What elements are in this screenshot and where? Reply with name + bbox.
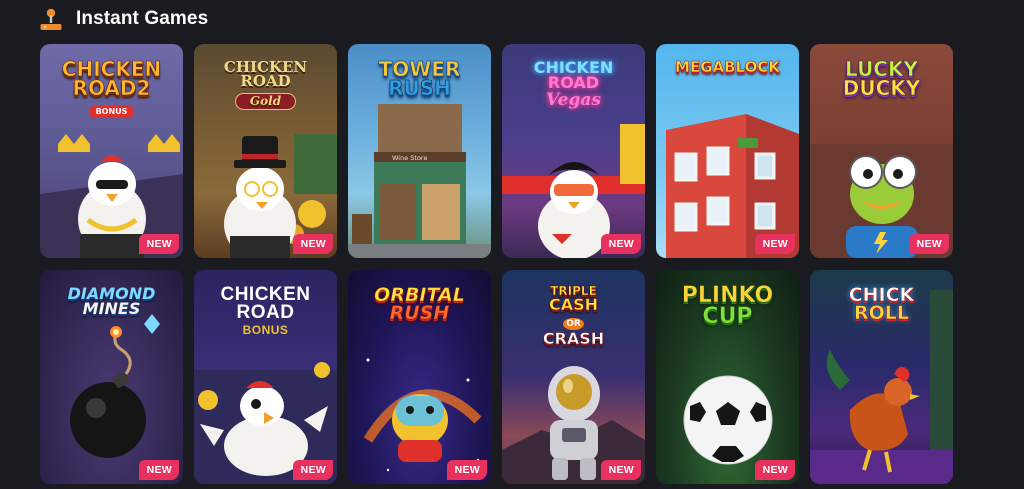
- game-logo: MEGABLOCK: [675, 58, 780, 76]
- game-card-tower-rush[interactable]: TOWER RUSH Wine Store: [348, 44, 491, 258]
- joystick-icon: [40, 8, 62, 30]
- game-card-megablock[interactable]: MEGABLOCK NEW: [656, 44, 799, 258]
- game-artwork: [666, 114, 799, 258]
- games-grid: CHICKEN ROAD2 BONUS NEW CHICKEN ROAD Gol…: [40, 44, 954, 484]
- section-title: Instant Games: [76, 8, 209, 29]
- game-logo: CHICKEN ROAD BONUS: [220, 284, 311, 338]
- new-badge: NEW: [754, 234, 795, 254]
- game-logo: CHICKEN ROAD2 BONUS: [61, 57, 162, 118]
- game-logo: DIAMOND MINES: [67, 284, 156, 319]
- game-card-chick-roll[interactable]: CHICK ROLL: [810, 270, 953, 484]
- new-badge: NEW: [754, 460, 795, 480]
- game-card-chicken-road-2[interactable]: CHICKEN ROAD2 BONUS NEW: [40, 44, 183, 258]
- game-logo: TOWER RUSH: [378, 57, 461, 100]
- new-badge: NEW: [600, 234, 641, 254]
- game-logo: LUCKY DUCKY: [842, 57, 921, 100]
- new-badge: NEW: [600, 460, 641, 480]
- new-badge: NEW: [908, 234, 949, 254]
- game-card-plinko-cup[interactable]: PLINKO CUP NEW: [656, 270, 799, 484]
- section-header: Instant Games: [38, 6, 208, 32]
- game-card-orbital-rush[interactable]: ORBITAL RUSH NEW: [348, 270, 491, 484]
- new-badge: NEW: [446, 460, 487, 480]
- crown-icon: [58, 134, 90, 152]
- game-card-triple-cash-or-crash[interactable]: TRIPLE CASH OR CRASH NEW: [502, 270, 645, 484]
- game-logo: CHICKEN ROAD Gold: [200, 60, 331, 110]
- game-card-diamond-mines[interactable]: DIAMOND MINES NEW: [40, 270, 183, 484]
- game-card-chicken-road-gold[interactable]: CHICKEN ROAD Gold NEW: [194, 44, 337, 258]
- game-logo: PLINKO CUP: [681, 283, 774, 329]
- store-sign: Wine Store: [392, 154, 428, 162]
- game-card-chicken-road-vegas[interactable]: CHICKEN ROAD Vegas NEW: [502, 44, 645, 258]
- new-badge: NEW: [138, 234, 179, 254]
- game-logo: TRIPLE CASH OR CRASH: [542, 284, 605, 349]
- game-card-lucky-ducky[interactable]: LUCKY DUCKY NEW: [810, 44, 953, 258]
- new-badge: NEW: [292, 460, 333, 480]
- game-logo: CHICK ROLL: [848, 284, 915, 325]
- game-logo: ORBITAL RUSH: [374, 284, 465, 325]
- game-card-chicken-road-bonus[interactable]: CHICKEN ROAD BONUS NEW: [194, 270, 337, 484]
- game-logo: CHICKEN ROAD Vegas: [533, 58, 614, 111]
- new-badge: NEW: [138, 460, 179, 480]
- new-badge: NEW: [292, 234, 333, 254]
